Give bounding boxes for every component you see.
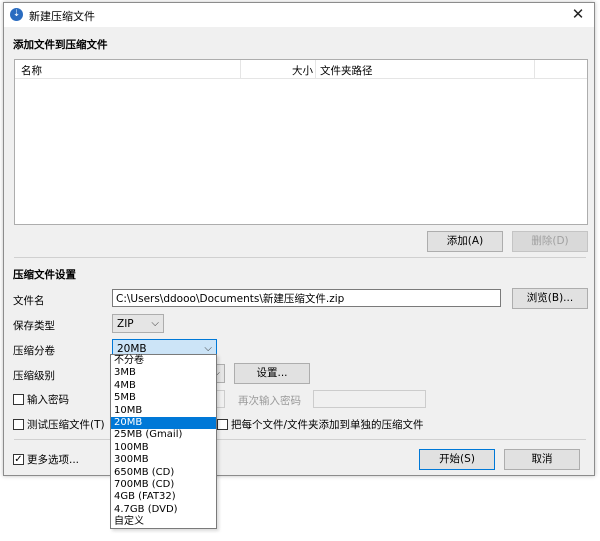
filename-label: 文件名 xyxy=(13,295,45,307)
split-label: 压缩分卷 xyxy=(13,345,55,357)
more-options-checkbox[interactable]: ✓ xyxy=(13,454,24,465)
settings-button[interactable]: 设置... xyxy=(234,363,310,384)
split-option[interactable]: 700MB (CD) xyxy=(111,479,216,491)
split-option[interactable]: 5MB xyxy=(111,392,216,404)
cancel-button[interactable]: 取消 xyxy=(504,449,580,470)
split-option[interactable]: 4GB (FAT32) xyxy=(111,491,216,503)
file-list-header: 名称 大小 文件夹路径 xyxy=(15,60,587,79)
more-options-label: 更多选项... xyxy=(27,454,80,466)
test-archive-label: 测试压缩文件(T) xyxy=(27,419,105,431)
start-button[interactable]: 开始(S) xyxy=(419,449,495,470)
window-title: 新建压缩文件 xyxy=(29,10,95,23)
split-option[interactable]: 3MB xyxy=(111,367,216,379)
save-type-label: 保存类型 xyxy=(13,320,55,332)
password-checkbox[interactable] xyxy=(13,394,24,405)
separate-archives-label: 把每个文件/文件夹添加到单独的压缩文件 xyxy=(231,419,424,431)
column-name[interactable]: 名称 xyxy=(21,63,42,78)
split-option[interactable]: 自定义 xyxy=(111,516,216,528)
split-option[interactable]: 300MB xyxy=(111,454,216,466)
section-divider xyxy=(14,257,586,258)
filename-field[interactable]: C:\Users\ddooo\Documents\新建压缩文件.zip xyxy=(112,289,501,307)
separate-archives-checkbox[interactable] xyxy=(217,419,228,430)
split-dropdown-list[interactable]: 不分卷 3MB 4MB 5MB 10MB 20MB 25MB (Gmail) 1… xyxy=(110,354,217,530)
settings-section-title: 压缩文件设置 xyxy=(13,269,76,281)
new-archive-dialog: ⇣ 新建压缩文件 ✕ 添加文件到压缩文件 名称 大小 文件夹路径 添加(A) 删… xyxy=(3,2,595,476)
split-option[interactable]: 不分卷 xyxy=(111,355,216,367)
app-logo-icon: ⇣ xyxy=(10,8,23,21)
split-option[interactable]: 100MB xyxy=(111,442,216,454)
level-label: 压缩级别 xyxy=(13,370,55,382)
reenter-password-field[interactable] xyxy=(313,390,426,408)
split-option[interactable]: 10MB xyxy=(111,405,216,417)
split-option[interactable]: 4MB xyxy=(111,380,216,392)
column-divider xyxy=(240,60,241,78)
split-option[interactable]: 4.7GB (DVD) xyxy=(111,504,216,516)
chevron-down-icon: ⌵ xyxy=(151,318,159,329)
column-divider xyxy=(534,60,535,78)
files-section-title: 添加文件到压缩文件 xyxy=(13,39,108,51)
file-list[interactable]: 名称 大小 文件夹路径 xyxy=(14,59,588,225)
split-option-selected[interactable]: 20MB xyxy=(111,416,216,430)
split-option[interactable]: 650MB (CD) xyxy=(111,467,216,479)
add-button[interactable]: 添加(A) xyxy=(427,231,503,252)
browse-button[interactable]: 浏览(B)... xyxy=(512,288,588,309)
reenter-password-label: 再次输入密码 xyxy=(238,395,301,407)
split-option[interactable]: 25MB (Gmail) xyxy=(111,429,216,441)
save-type-select[interactable]: ZIP ⌵ xyxy=(112,314,164,333)
column-folder-path[interactable]: 文件夹路径 xyxy=(320,63,373,78)
bottom-divider xyxy=(14,439,586,440)
title-bar: ⇣ 新建压缩文件 ✕ xyxy=(4,3,594,27)
column-divider xyxy=(315,60,316,78)
test-archive-checkbox[interactable] xyxy=(13,419,24,430)
delete-button[interactable]: 删除(D) xyxy=(512,231,588,252)
save-type-value: ZIP xyxy=(117,318,134,330)
column-size[interactable]: 大小 xyxy=(292,63,313,78)
close-icon[interactable]: ✕ xyxy=(568,5,588,23)
password-label: 输入密码 xyxy=(27,394,69,406)
